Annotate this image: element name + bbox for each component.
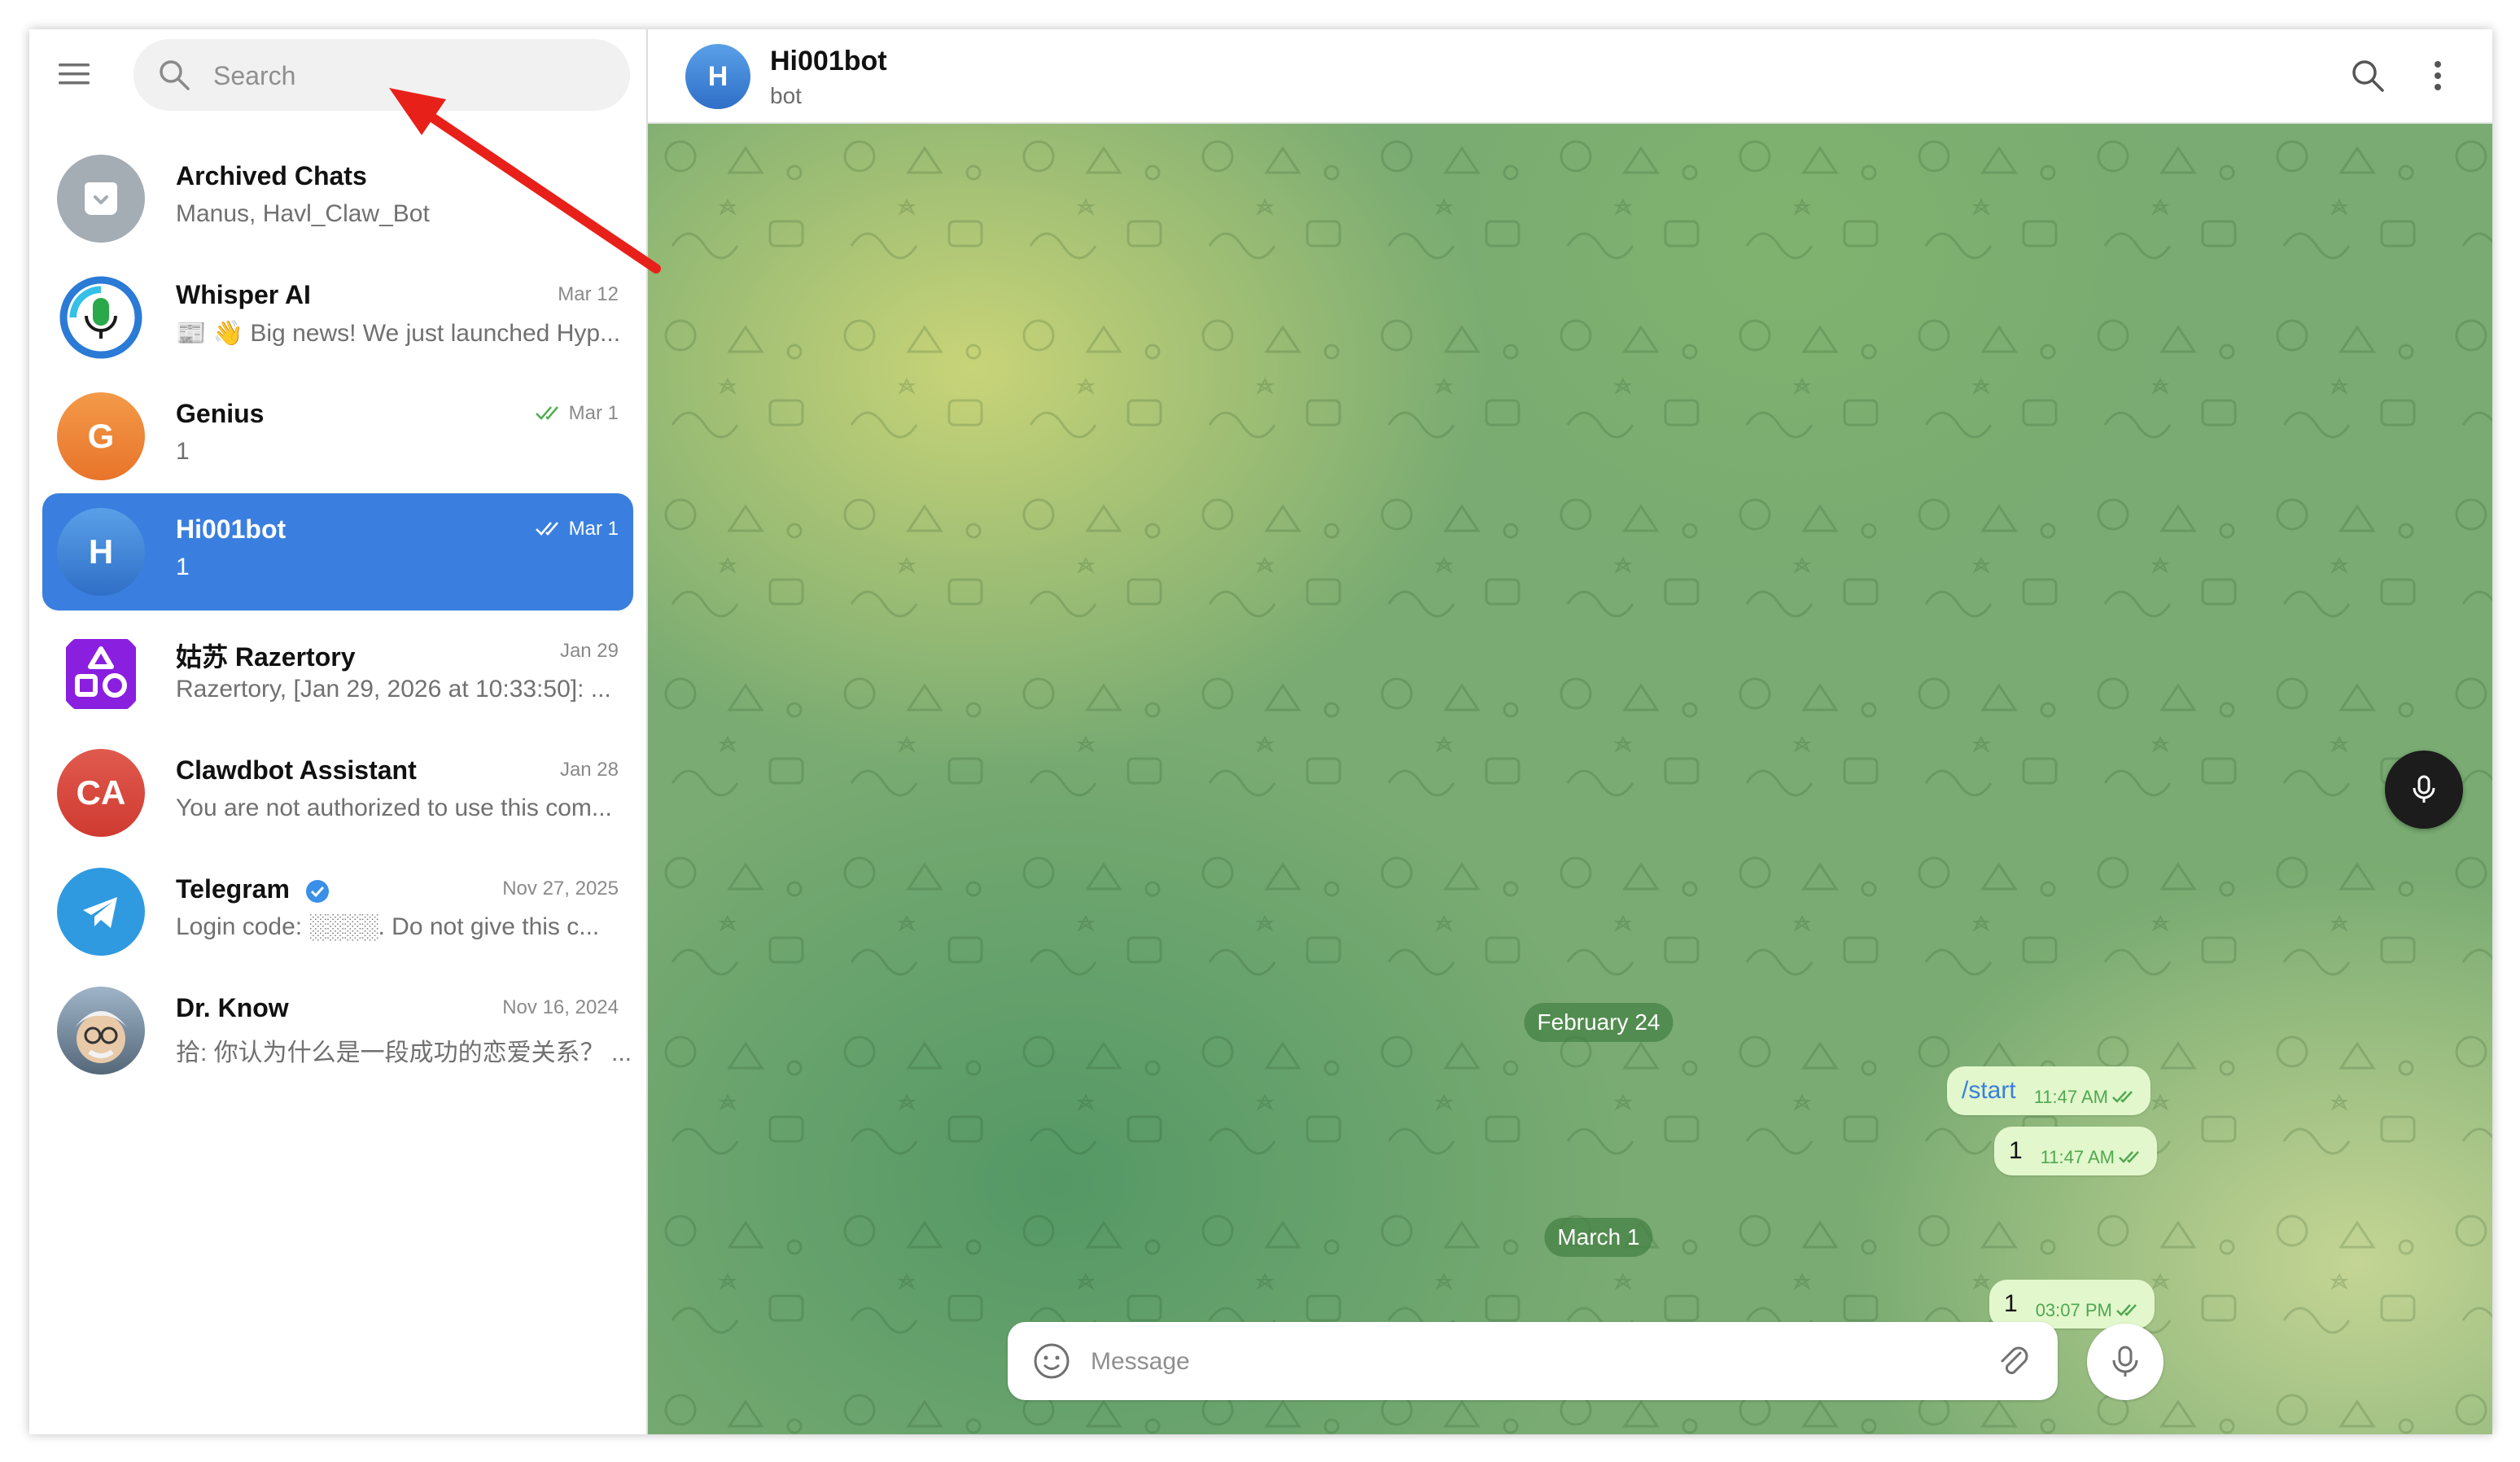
header-avatar[interactable]: H: [685, 44, 750, 109]
chat-date-text: Mar 12: [558, 283, 619, 305]
chat-date-text: Jan 29: [559, 640, 619, 662]
outgoing-message[interactable]: 1 11:47 AM: [1994, 1127, 2158, 1175]
message-time-text: 03:07 PM: [2035, 1300, 2112, 1320]
date-separator: February 24: [1524, 1003, 1673, 1042]
outgoing-message[interactable]: 1 03:07 PM: [1989, 1280, 2155, 1328]
chat-date: Jan 28: [560, 759, 619, 781]
chat-preview: 1: [176, 438, 190, 465]
chat-preview: Login code: ░░░░. Do not give this c...: [176, 913, 600, 940]
chat-item-archived[interactable]: Archived Chats Manus, Havl_Claw_Bot: [42, 140, 633, 257]
chat-name: Archived Chats: [176, 161, 367, 190]
chat-preview: 1: [176, 554, 190, 580]
chat-preview: 📰 👋 Big news! We just launched Hyp...: [176, 320, 621, 347]
chat-item-razertory[interactable]: 姑苏 Razertory Razertory, [Jan 29, 2026 at…: [42, 615, 633, 733]
dr-know-portrait-icon: [75, 1011, 127, 1063]
chat-preview: 拾: 你认为什么是一段成功的恋爱关系？ ...: [176, 1040, 632, 1066]
avatar: CA: [57, 749, 145, 837]
chat-date: Mar 1: [535, 402, 619, 425]
chat-background: February 24 /start 11:47 AM 1 11:47 AM M…: [648, 124, 2492, 1434]
avatar: G: [57, 392, 145, 480]
telegram-avatar: [57, 868, 145, 956]
chat-name: Telegram: [176, 874, 330, 904]
chat-name-text: Telegram: [176, 874, 290, 904]
hamburger-menu-button[interactable]: [50, 50, 98, 98]
chat-name: Dr. Know: [176, 993, 289, 1022]
chat-preview: You are not authorized to use this com..…: [176, 794, 612, 821]
chat-date: Mar 1: [535, 518, 619, 541]
record-voice-button[interactable]: [2087, 1324, 2163, 1400]
chat-date: Nov 27, 2025: [502, 878, 619, 900]
search-bar[interactable]: [133, 39, 630, 112]
chat-date-text: Mar 1: [568, 518, 619, 540]
attachment-paperclip-icon[interactable]: [1994, 1342, 2033, 1381]
chat-name: 姑苏 Razertory: [176, 642, 356, 672]
microphone-icon: [2112, 1346, 2138, 1377]
chat-date: Jan 29: [560, 640, 619, 663]
message-text: 1: [2009, 1137, 2023, 1164]
verified-badge-icon: [305, 879, 329, 903]
dr-know-avatar: [57, 987, 145, 1075]
double-check-icon: [535, 522, 558, 536]
message-time: 11:47 AM: [2041, 1147, 2142, 1168]
hamburger-icon: [59, 63, 90, 85]
message-time-text: 11:47 AM: [2033, 1087, 2109, 1107]
conversation-pane: H Hi001bot bot February 24 /start 11:47 …: [648, 29, 2492, 1434]
chat-date-text: Nov 27, 2025: [502, 878, 619, 900]
message-composer[interactable]: [1008, 1322, 2058, 1402]
message-time: 11:47 AM: [2034, 1087, 2136, 1108]
chat-date-text: Nov 16, 2024: [502, 996, 619, 1018]
emoji-icon[interactable]: [1032, 1342, 1071, 1381]
whisper-ai-logo-icon: [59, 276, 142, 359]
telegram-plane-icon: [83, 897, 117, 928]
voice-chat-button[interactable]: [2385, 751, 2463, 829]
archive-avatar: [57, 155, 145, 243]
message-input[interactable]: [1089, 1322, 1906, 1402]
double-check-icon: [2112, 1091, 2133, 1103]
chat-name: Whisper AI: [176, 280, 311, 309]
whisper-ai-avatar: [57, 274, 145, 361]
archive-icon: [85, 182, 117, 215]
telegram-window: Archived Chats Manus, Havl_Claw_Bot Whis…: [29, 29, 2492, 1434]
double-check-icon: [2119, 1151, 2139, 1163]
chat-item-telegram[interactable]: Telegram Login code: ░░░░. Do not give t…: [42, 853, 633, 970]
message-text: 1: [2004, 1290, 2018, 1317]
chat-date: Mar 12: [558, 283, 619, 306]
search-input[interactable]: [212, 39, 606, 112]
chat-title: Hi001bot: [770, 46, 887, 77]
search-icon: [160, 60, 190, 90]
chat-date-text: Jan 28: [559, 759, 619, 781]
chat-item-dr-know[interactable]: Dr. Know 拾: 你认为什么是一段成功的恋爱关系？ ... Nov 16,…: [42, 972, 633, 1089]
razertory-logo-icon: [66, 639, 136, 709]
microphone-icon: [2413, 775, 2435, 803]
chat-item-whisper-ai[interactable]: Whisper AI 📰 👋 Big news! We just launche…: [42, 259, 633, 376]
double-check-icon: [2115, 1304, 2137, 1316]
chat-list-sidebar: Archived Chats Manus, Havl_Claw_Bot Whis…: [29, 29, 648, 1434]
message-time-text: 11:47 AM: [2040, 1147, 2115, 1167]
chat-subtitle: bot: [770, 83, 802, 108]
header-search-icon[interactable]: [2349, 57, 2387, 94]
chat-name: Clawdbot Assistant: [176, 755, 417, 785]
date-separator: March 1: [1544, 1218, 1653, 1257]
avatar: H: [57, 508, 145, 596]
chat-date-text: Mar 1: [568, 402, 619, 424]
outgoing-message[interactable]: /start 11:47 AM: [1947, 1066, 2151, 1115]
chat-name: Hi001bot: [176, 514, 287, 544]
message-text[interactable]: /start: [1962, 1077, 2016, 1105]
double-check-icon: [535, 406, 558, 420]
chat-item-genius[interactable]: G Genius 1 Mar 1: [42, 378, 633, 495]
chat-name: Genius: [176, 399, 265, 428]
chat-preview: Razertory, [Jan 29, 2026 at 10:33:50]: .…: [176, 676, 611, 703]
chat-date: Nov 16, 2024: [502, 996, 619, 1019]
razertory-avatar: [57, 630, 145, 718]
chat-preview: Manus, Havl_Claw_Bot: [176, 200, 430, 227]
chat-item-clawdbot-assistant[interactable]: CA Clawdbot Assistant You are not author…: [42, 734, 633, 851]
chat-item-hi001bot[interactable]: H Hi001bot 1 Mar 1: [42, 493, 633, 611]
more-options-icon[interactable]: [2419, 57, 2457, 94]
message-time: 03:07 PM: [2036, 1300, 2140, 1321]
chat-header[interactable]: H Hi001bot bot: [648, 29, 2492, 124]
